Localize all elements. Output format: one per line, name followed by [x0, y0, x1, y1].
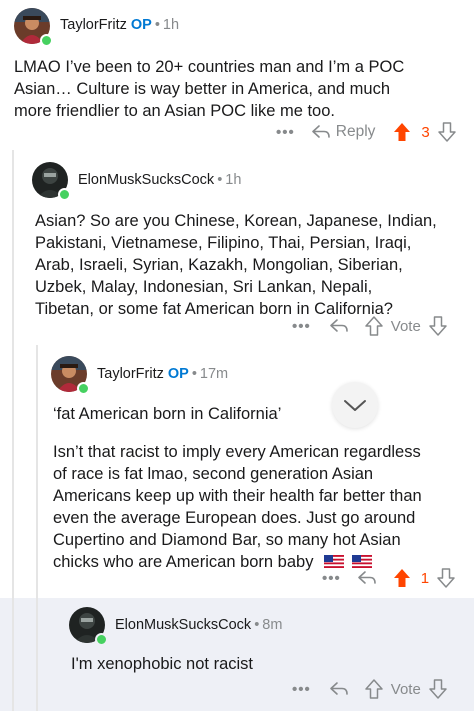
- comment-actions: ••• 1: [322, 566, 455, 590]
- separator: •: [191, 366, 197, 382]
- downvote-icon[interactable]: [438, 122, 456, 142]
- timestamp: 1h: [162, 17, 180, 33]
- body-line: Arab, Israeli, Syrian, Kazakh, Mongolian…: [35, 256, 403, 274]
- thread-line-level2[interactable]: [36, 345, 38, 711]
- body-line: more friendlier to an Asian POC like me …: [14, 102, 335, 120]
- reply-label: Reply: [335, 123, 376, 140]
- downvote-icon[interactable]: [429, 316, 447, 336]
- collapse-chevron-icon: [344, 400, 366, 411]
- collapse-button[interactable]: [332, 382, 378, 428]
- upvote-icon[interactable]: [393, 122, 411, 142]
- comment-body: I'm xenophobic not racist: [71, 653, 467, 675]
- body-line: Uzbek, Malay, Indonesian, Sri Lankan, Ne…: [35, 278, 373, 296]
- timestamp: 17m: [199, 366, 229, 382]
- comment-header: TaylorFritz OP • 1h: [60, 17, 179, 33]
- body-line: of race is fat lmao, second generation A…: [53, 465, 374, 483]
- username[interactable]: ElonMuskSucksCock: [78, 172, 214, 188]
- more-options-icon[interactable]: •••: [292, 681, 311, 698]
- vote-count: 3: [421, 123, 430, 141]
- vote-label: Vote: [390, 317, 421, 335]
- downvote-icon[interactable]: [437, 568, 455, 588]
- body-line: chicks who are American born baby: [53, 553, 314, 571]
- comment-header: TaylorFritz OP • 17m: [97, 366, 228, 382]
- online-status-dot: [58, 188, 71, 201]
- reply-arrow-icon: [311, 125, 330, 138]
- reply-arrow-icon[interactable]: [329, 681, 349, 697]
- thread-line-level1[interactable]: [12, 150, 14, 711]
- username[interactable]: TaylorFritz: [97, 366, 164, 382]
- downvote-icon[interactable]: [429, 679, 447, 699]
- body-line: Asian… Culture is way better in America,…: [14, 80, 390, 98]
- online-status-dot: [40, 34, 53, 47]
- op-badge: OP: [130, 17, 152, 33]
- reply-arrow-icon[interactable]: [329, 318, 349, 334]
- body-line: Cupertino and Diamond Bar, so many hot A…: [53, 531, 401, 549]
- body-line: Asian? So are you Chinese, Korean, Japan…: [35, 212, 437, 230]
- quote-text: ‘fat American born in California’: [53, 405, 282, 423]
- op-badge: OP: [167, 366, 189, 382]
- comment-body: LMAO I’ve been to 20+ countries man and …: [14, 56, 466, 122]
- reply-button[interactable]: Reply: [311, 123, 376, 141]
- upvote-icon[interactable]: [393, 568, 411, 588]
- reply-arrow-icon[interactable]: [357, 570, 377, 586]
- separator: •: [254, 617, 260, 633]
- body-line: Pakistani, Vietnamese, Filipino, Thai, P…: [35, 234, 412, 252]
- body-line: Americans keep up with their health far …: [53, 487, 422, 505]
- comment-header: ElonMuskSucksCock • 8m: [115, 617, 282, 633]
- comment-body: Asian? So are you Chinese, Korean, Japan…: [35, 210, 469, 320]
- username[interactable]: ElonMuskSucksCock: [115, 617, 251, 633]
- comment-header: ElonMuskSucksCock • 1h: [78, 172, 241, 188]
- body-line: I'm xenophobic not racist: [71, 655, 253, 673]
- timestamp: 8m: [262, 617, 283, 633]
- more-options-icon[interactable]: •••: [322, 570, 341, 587]
- comment-actions: ••• Vote: [292, 314, 447, 338]
- separator: •: [154, 17, 160, 33]
- separator: •: [217, 172, 223, 188]
- timestamp: 1h: [225, 172, 242, 188]
- online-status-dot: [77, 382, 90, 395]
- upvote-icon[interactable]: [365, 679, 383, 699]
- body-line: Isn’t that racist to imply every America…: [53, 443, 421, 461]
- more-options-icon[interactable]: •••: [276, 124, 295, 141]
- more-options-icon[interactable]: •••: [292, 318, 311, 335]
- online-status-dot: [95, 633, 108, 646]
- comment-actions: ••• Reply 3: [276, 120, 456, 144]
- body-line: even the average European does. Just go …: [53, 509, 416, 527]
- vote-count: 1: [420, 569, 430, 587]
- vote-label: Vote: [390, 680, 421, 698]
- body-line: LMAO I’ve been to 20+ countries man and …: [14, 58, 405, 76]
- comment-actions: ••• Vote: [292, 677, 447, 701]
- comment-body: Isn’t that racist to imply every America…: [53, 441, 471, 573]
- username[interactable]: TaylorFritz: [60, 17, 127, 33]
- upvote-icon[interactable]: [365, 316, 383, 336]
